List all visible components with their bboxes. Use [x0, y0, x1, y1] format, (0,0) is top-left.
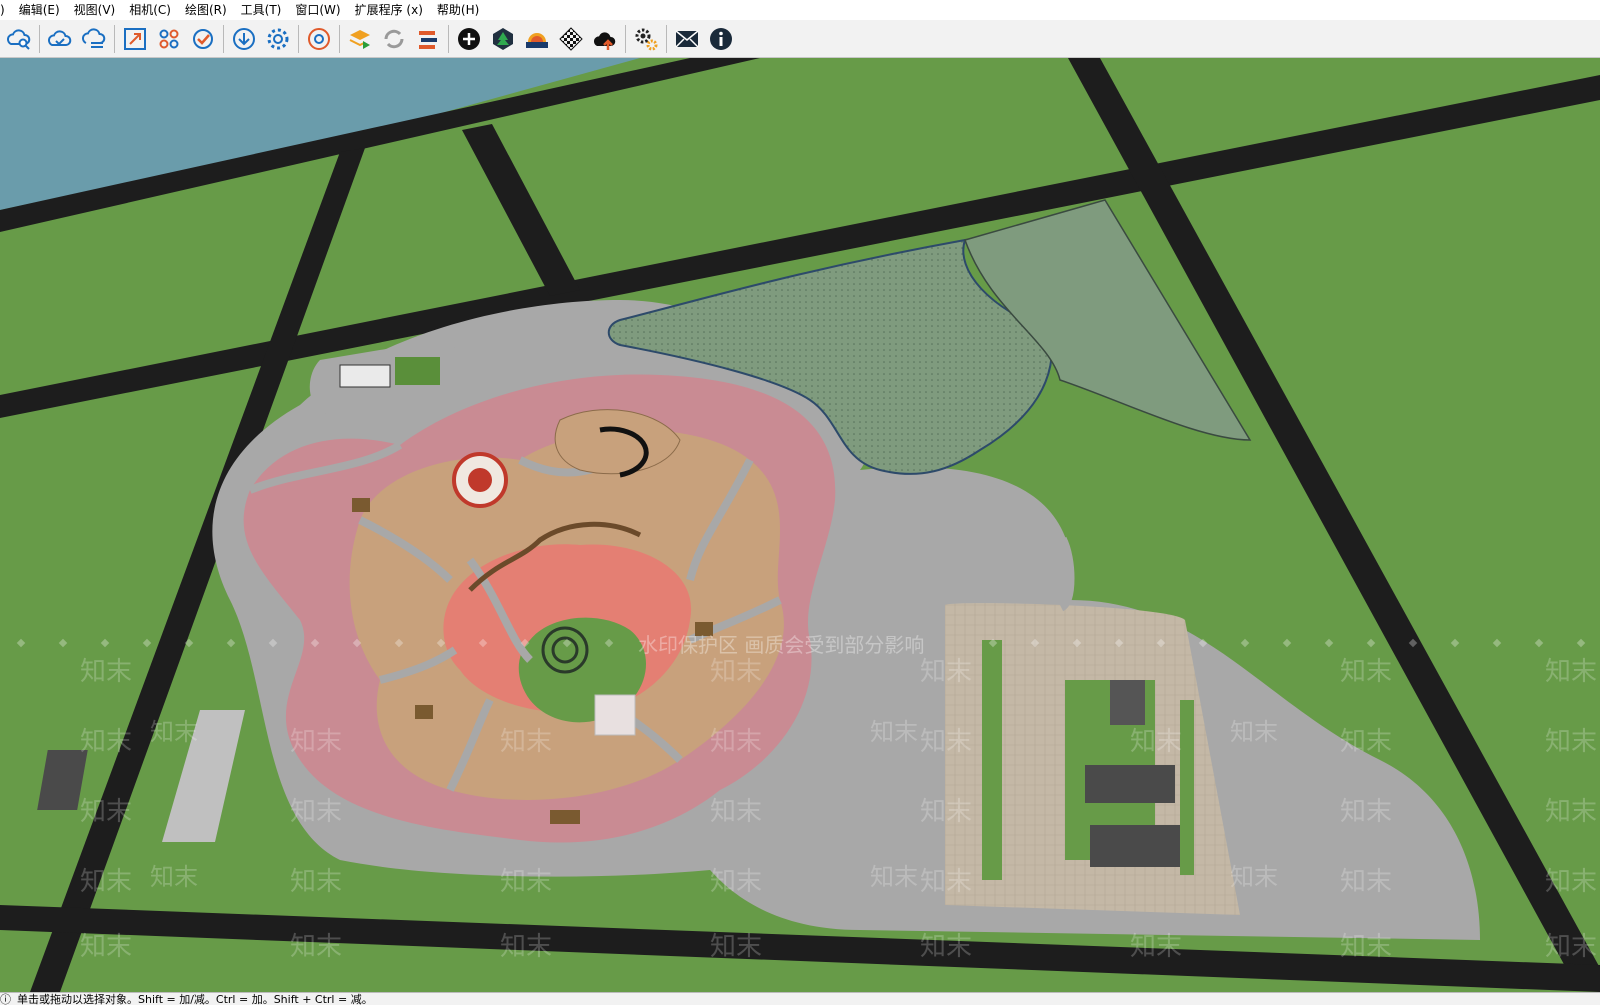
- svg-text:知末: 知末: [80, 867, 132, 897]
- menu-window[interactable]: 窗口(W): [288, 0, 347, 20]
- svg-text:知末: 知末: [1545, 727, 1597, 757]
- status-bar: ⓘ 单击或拖动以选择对象。Shift = 加/减。Ctrl = 加。Shift +…: [0, 992, 1600, 1005]
- svg-text:知末: 知末: [1340, 932, 1392, 962]
- svg-text:知末: 知末: [500, 727, 552, 757]
- info-icon[interactable]: ⓘ: [0, 993, 11, 1005]
- cloud-sync-icon[interactable]: [45, 24, 75, 54]
- cloud-search-icon[interactable]: [4, 24, 34, 54]
- svg-text:知末: 知末: [1545, 797, 1597, 827]
- svg-text:知末: 知末: [920, 932, 972, 962]
- components-icon[interactable]: [154, 24, 184, 54]
- refresh-icon[interactable]: [379, 24, 409, 54]
- menu-view[interactable]: 视图(V): [67, 0, 123, 20]
- toolbar-separator: [114, 24, 115, 53]
- svg-text:知末: 知末: [710, 797, 762, 827]
- layers-play-icon[interactable]: [345, 24, 375, 54]
- svg-text:知末: 知末: [870, 718, 918, 746]
- svg-text:知末: 知末: [290, 867, 342, 897]
- svg-text:知末: 知末: [1340, 867, 1392, 897]
- menu-camera[interactable]: 相机(C): [122, 0, 178, 20]
- svg-text:知末: 知末: [710, 727, 762, 757]
- sunset-icon[interactable]: [522, 24, 552, 54]
- svg-text:知末: 知末: [500, 932, 552, 962]
- svg-text:知末: 知末: [80, 657, 132, 687]
- toolbar-separator: [39, 24, 40, 53]
- svg-text:知末: 知末: [920, 727, 972, 757]
- toolbar-separator: [339, 24, 340, 53]
- check-icon[interactable]: [188, 24, 218, 54]
- green-strip-2: [1180, 700, 1194, 875]
- toolbar-separator: [298, 24, 299, 53]
- svg-text:知末: 知末: [920, 797, 972, 827]
- svg-text:知末: 知末: [1130, 727, 1182, 757]
- svg-text:知末: 知末: [1340, 727, 1392, 757]
- svg-text:知末: 知末: [710, 657, 762, 687]
- green-strip-1: [982, 640, 1002, 880]
- swap-arrows-icon[interactable]: [413, 24, 443, 54]
- svg-text:知末: 知末: [80, 932, 132, 962]
- svg-text:知末: 知末: [150, 718, 198, 746]
- svg-text:知末: 知末: [1130, 932, 1182, 962]
- svg-text:知末: 知末: [1545, 932, 1597, 962]
- svg-text:知末: 知末: [1340, 657, 1392, 687]
- svg-text:知末: 知末: [710, 932, 762, 962]
- svg-text:知末: 知末: [150, 863, 198, 891]
- svg-text:知末: 知末: [290, 797, 342, 827]
- svg-text:知末: 知末: [870, 863, 918, 891]
- menu-file[interactable]: ): [0, 0, 12, 20]
- svg-text:知末: 知末: [80, 797, 132, 827]
- status-text: 单击或拖动以选择对象。Shift = 加/减。Ctrl = 加。Shift + …: [17, 993, 373, 1005]
- info-icon[interactable]: [706, 24, 736, 54]
- bus-shelter: [339, 364, 391, 388]
- svg-text:知末: 知末: [1545, 867, 1597, 897]
- chrome-icon[interactable]: [304, 24, 334, 54]
- settings-gear-icon[interactable]: [263, 24, 293, 54]
- scale-icon[interactable]: [120, 24, 150, 54]
- tree-icon[interactable]: [488, 24, 518, 54]
- svg-text:知末: 知末: [1230, 863, 1278, 891]
- menu-tools[interactable]: 工具(T): [234, 0, 289, 20]
- model-viewport[interactable]: 知末 知末 知末 知末 知末 知末 知末 知末 知末 知末 知末 知末 知末 知…: [0, 58, 1600, 992]
- cloud-list-icon[interactable]: [79, 24, 109, 54]
- svg-text:知末: 知末: [1545, 657, 1597, 687]
- add-circle-icon[interactable]: [454, 24, 484, 54]
- toolbar-separator: [625, 24, 626, 53]
- watermark-notice: 水印保护区 画质会受到部分影响: [638, 633, 924, 657]
- svg-text:知末: 知末: [1340, 797, 1392, 827]
- garage-building-2: [1090, 825, 1180, 867]
- svg-text:知末: 知末: [920, 657, 972, 687]
- checker-icon[interactable]: [556, 24, 586, 54]
- download-icon[interactable]: [229, 24, 259, 54]
- parking-green-strip: [395, 357, 440, 385]
- menu-extensions[interactable]: 扩展程序 (x): [348, 0, 430, 20]
- toolbar-separator: [666, 24, 667, 53]
- svg-text:知末: 知末: [500, 867, 552, 897]
- flower-plaza: [243, 374, 836, 843]
- svg-text:知末: 知末: [290, 932, 342, 962]
- menu-bar: ) 编辑(E) 视图(V) 相机(C) 绘图(R) 工具(T) 窗口(W) 扩展…: [0, 0, 1600, 20]
- menu-help[interactable]: 帮助(H): [430, 0, 486, 20]
- cloud-upload-icon[interactable]: [590, 24, 620, 54]
- mail-icon[interactable]: [672, 24, 702, 54]
- svg-text:知末: 知末: [920, 867, 972, 897]
- garage-building-1: [1085, 765, 1175, 803]
- toilet-building: [1110, 680, 1145, 725]
- connector-path: [1053, 536, 1075, 612]
- svg-text:知末: 知末: [710, 867, 762, 897]
- svg-text:知末: 知末: [1230, 718, 1278, 746]
- svg-text:知末: 知末: [290, 727, 342, 757]
- toolbar-separator: [448, 24, 449, 53]
- toolbar: [0, 20, 1600, 58]
- svg-text:知末: 知末: [80, 727, 132, 757]
- toolbar-separator: [223, 24, 224, 53]
- menu-edit[interactable]: 编辑(E): [12, 0, 67, 20]
- gears-icon[interactable]: [631, 24, 661, 54]
- menu-draw[interactable]: 绘图(R): [178, 0, 234, 20]
